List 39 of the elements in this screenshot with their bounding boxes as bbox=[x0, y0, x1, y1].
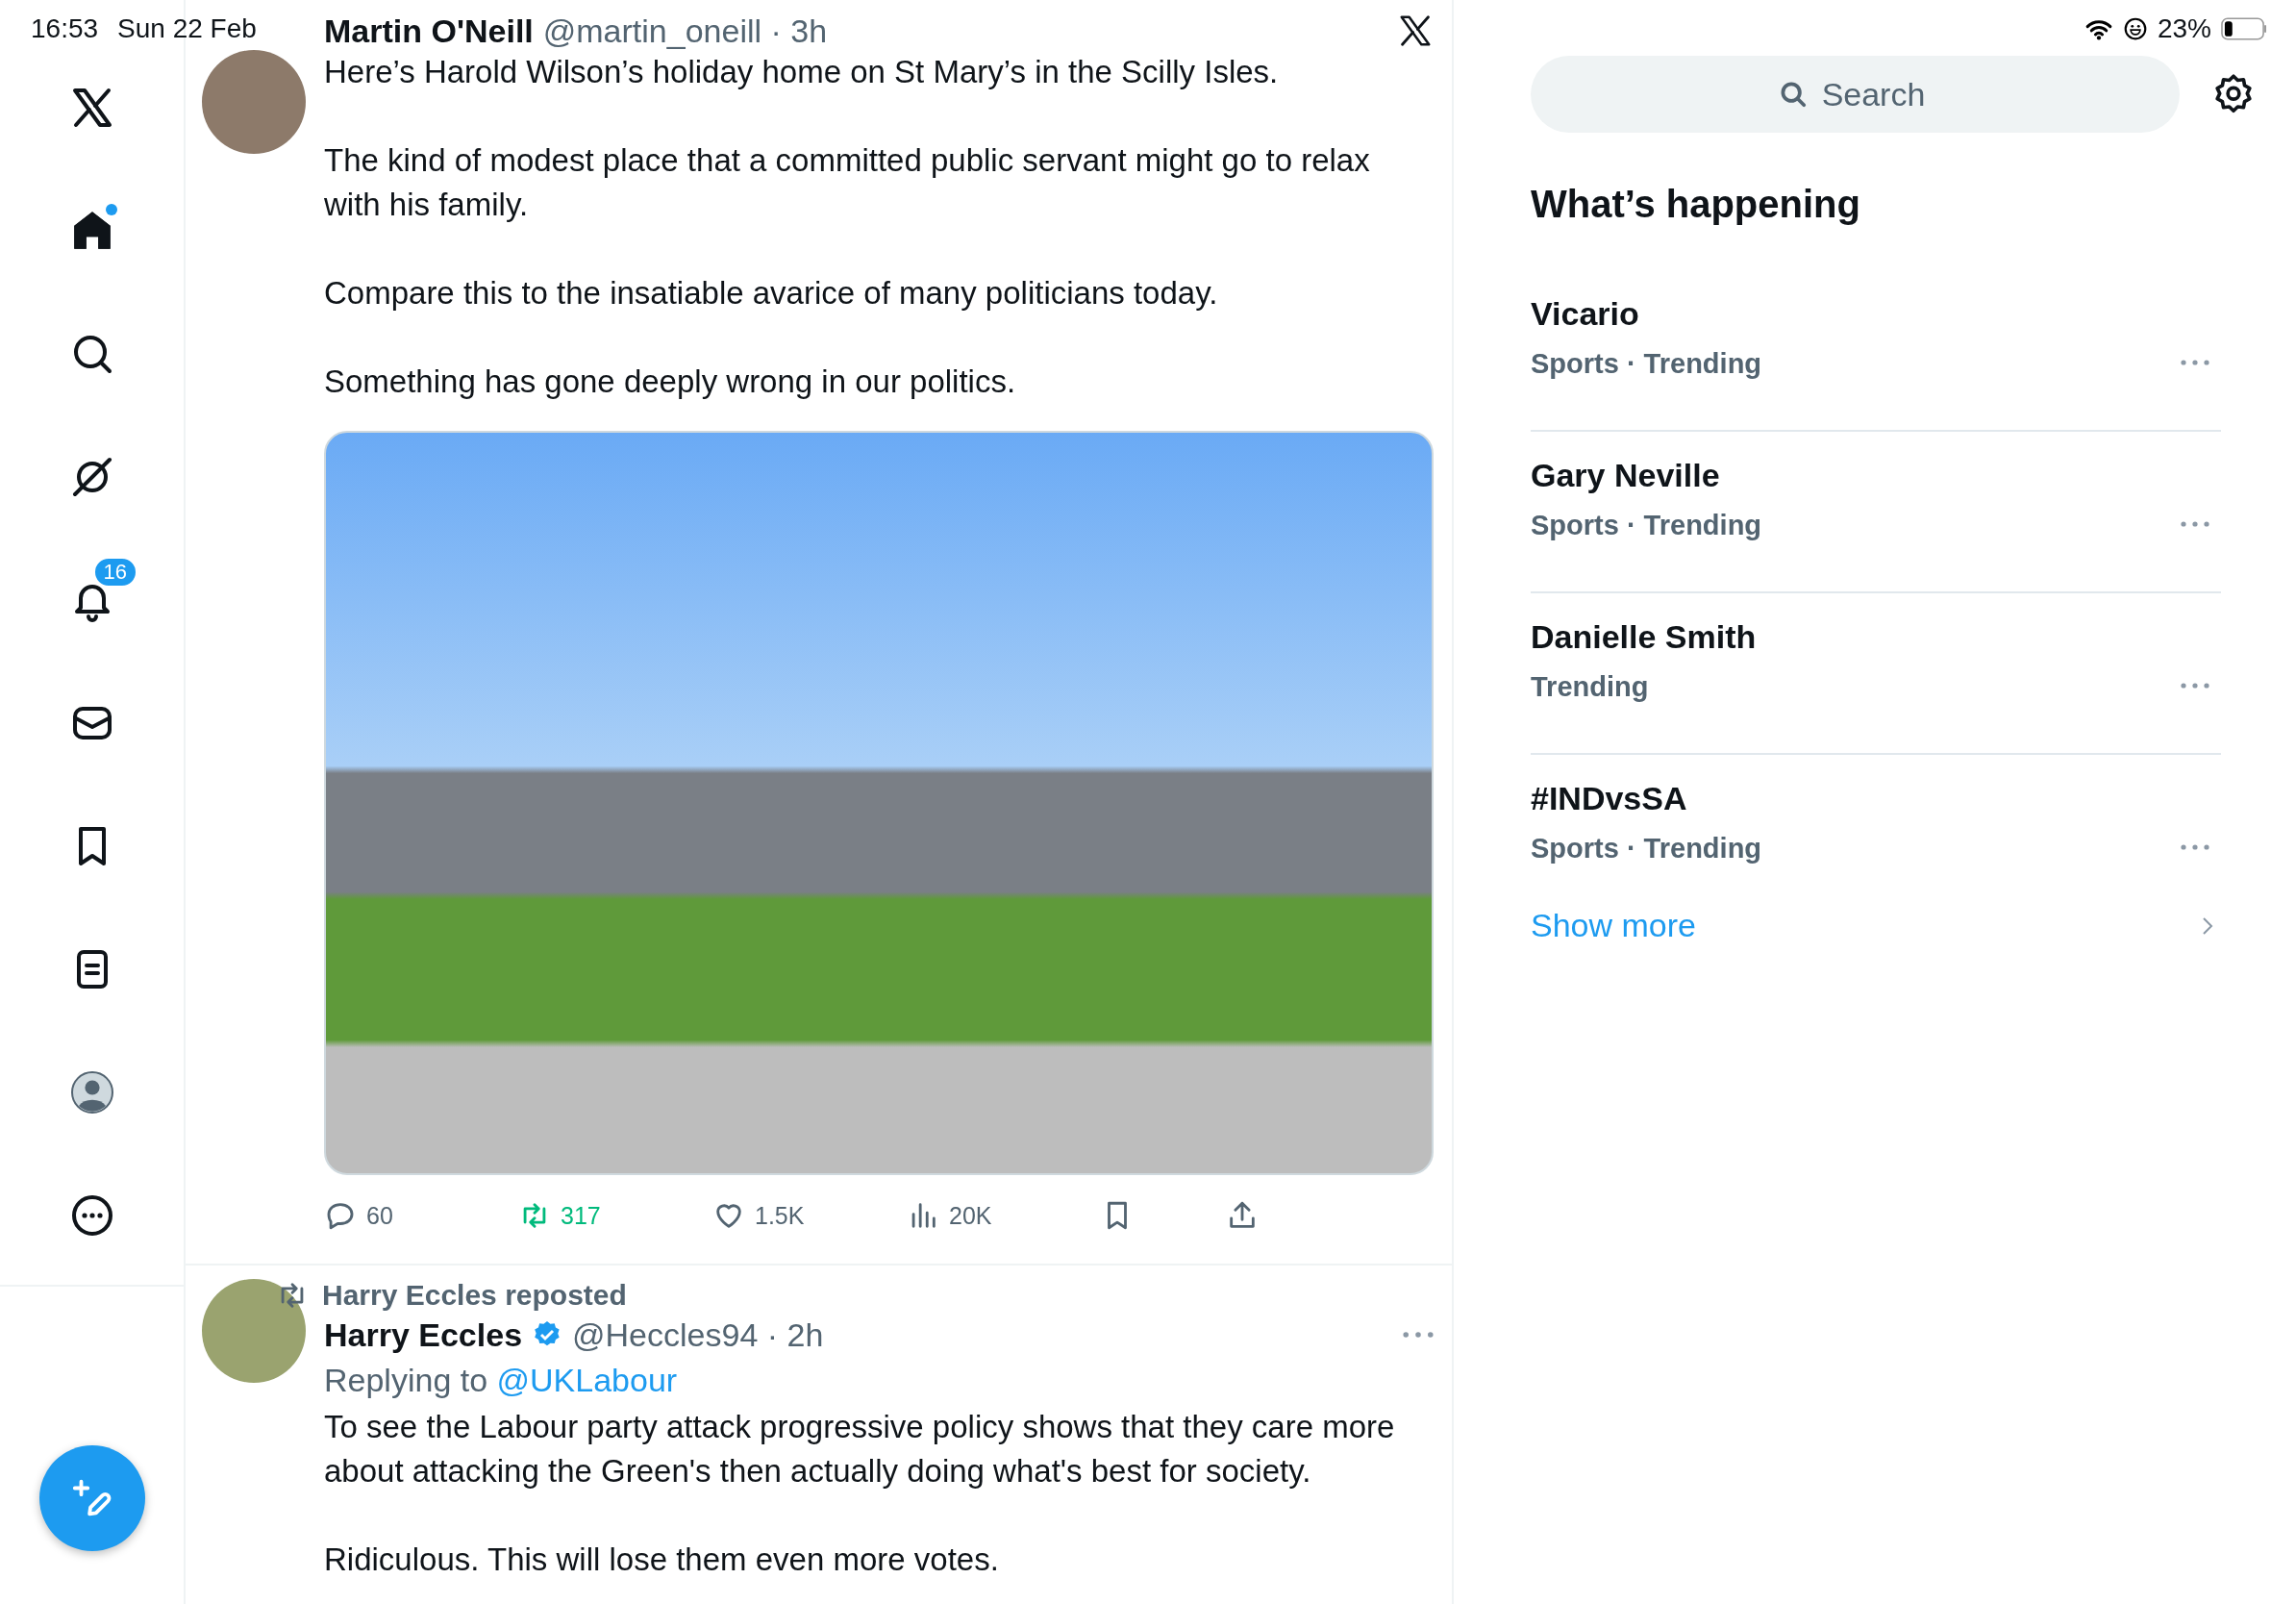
replying-to-text: Replying to @UKLabour bbox=[324, 1362, 679, 1399]
author-name[interactable]: Harry Eccles bbox=[324, 1316, 523, 1354]
post-text: Here’s Harold Wilson’s holiday home on St Mary’s in the Scilly Isles. bbox=[324, 53, 1280, 91]
trend-title: #INDvsSA bbox=[1531, 780, 1688, 817]
status-time: 16:53 bbox=[31, 13, 99, 44]
smiley-icon bbox=[2122, 16, 2148, 41]
post-text: To see the Labour party attack progressive policy shows that they care more about attacking the Green's then actually doing what's best for society. bbox=[324, 1408, 1396, 1491]
compose-button[interactable] bbox=[38, 1445, 145, 1551]
trend-meta: Trending bbox=[1531, 671, 1650, 703]
views-button[interactable]: 20K bbox=[907, 1199, 1101, 1232]
chevron-right-icon bbox=[2200, 915, 2215, 937]
trend-title: Vicario bbox=[1531, 295, 1640, 333]
search-icon bbox=[1779, 80, 1808, 109]
post-text: Ridiculous. This will lose them even more votes. bbox=[324, 1541, 1000, 1579]
trend-title: Danielle Smith bbox=[1531, 618, 1757, 656]
reply-button[interactable]: 60 bbox=[324, 1199, 518, 1232]
status-date: Sun 22 Feb bbox=[117, 13, 257, 44]
repost-label: Harry Eccles reposted bbox=[322, 1279, 627, 1312]
search-field[interactable]: Search bbox=[1531, 56, 2180, 133]
battery-icon bbox=[2221, 17, 2267, 40]
trend-meta: Sports · Trending bbox=[1531, 348, 1762, 380]
post-text: Compare this to the insatiable avarice of many politicians today. bbox=[324, 274, 1219, 313]
post-meta: @Heccles94 · 2h bbox=[572, 1316, 824, 1354]
trend-title: Gary Neville bbox=[1531, 457, 1721, 494]
author-name[interactable]: Martin O'Neill bbox=[324, 12, 534, 50]
like-button[interactable]: 1.5K bbox=[712, 1199, 907, 1232]
person-icon[interactable] bbox=[68, 1069, 115, 1115]
trend-meta: Sports · Trending bbox=[1531, 833, 1762, 865]
trend-item[interactable]: Danielle Smith Trending bbox=[1531, 593, 2221, 755]
x-logo-icon[interactable] bbox=[1397, 13, 1434, 49]
battery-percent: 23% bbox=[2157, 13, 2211, 44]
trend-item[interactable]: Gary Neville Sports · Trending bbox=[1531, 432, 2221, 593]
section-heading: What’s happening bbox=[1531, 183, 1861, 226]
post-text: Something has gone deeply wrong in our politics. bbox=[324, 363, 1017, 401]
trend-item[interactable]: Vicario Sports · Trending bbox=[1531, 270, 2221, 432]
post-text: The kind of modest place that a committed public servant might go to relax with his family. bbox=[324, 141, 1371, 224]
settings-icon[interactable] bbox=[2212, 73, 2255, 115]
trend-meta: Sports · Trending bbox=[1531, 510, 1762, 541]
post-meta: @martin_oneill · 3h bbox=[542, 12, 828, 50]
